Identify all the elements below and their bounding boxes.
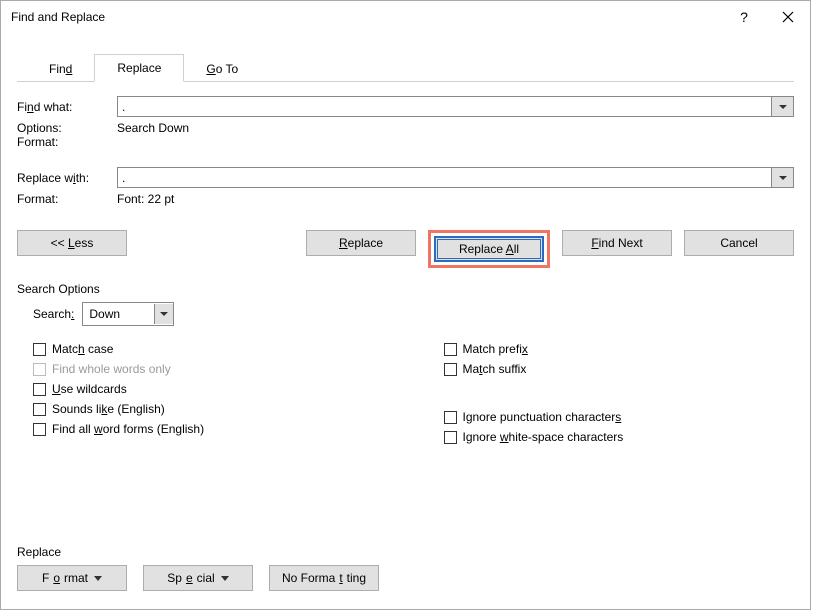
help-button[interactable]: ? (722, 1, 766, 33)
find-format-value (117, 135, 794, 149)
match-case-checkbox[interactable]: Match case (33, 342, 384, 356)
tab-goto[interactable]: Go To (184, 56, 260, 82)
ignore-punctuation-checkbox[interactable]: Ignore punctuation characters (444, 410, 795, 424)
find-replace-dialog: Find and Replace ? Find Replace Go To Fi… (0, 0, 811, 610)
triangle-down-icon (94, 576, 102, 581)
close-button[interactable] (766, 1, 810, 33)
find-what-input[interactable] (118, 97, 771, 116)
chevron-down-icon (160, 312, 168, 316)
options-value: Search Down (117, 121, 794, 135)
no-formatting-button[interactable]: No Formatting (269, 565, 379, 591)
tab-find[interactable]: Find (27, 56, 94, 82)
replace-with-label: Replace with: (17, 171, 117, 185)
replace-with-input[interactable] (118, 168, 771, 187)
search-direction-select[interactable]: Down (82, 302, 174, 326)
find-next-button[interactable]: Find Next (562, 230, 672, 256)
chevron-down-icon (779, 176, 787, 180)
search-options-title: Search Options (17, 282, 794, 296)
find-what-combo[interactable] (117, 96, 794, 117)
special-menu-button[interactable]: Special (143, 565, 253, 591)
replace-section-title: Replace (17, 545, 794, 559)
dialog-title: Find and Replace (11, 10, 105, 24)
options-label: Options: (17, 121, 117, 135)
chevron-down-icon (779, 105, 787, 109)
close-icon (782, 11, 794, 23)
replace-all-button[interactable]: Replace All (434, 236, 544, 262)
cancel-button[interactable]: Cancel (684, 230, 794, 256)
replace-with-combo[interactable] (117, 167, 794, 188)
less-button[interactable]: << Less (17, 230, 127, 256)
replace-format-value: Font: 22 pt (117, 192, 794, 206)
ignore-whitespace-checkbox[interactable]: Ignore white-space characters (444, 430, 795, 444)
replace-all-highlight: Replace All (428, 230, 550, 268)
match-prefix-checkbox[interactable]: Match prefix (444, 342, 795, 356)
replace-button[interactable]: Replace (306, 230, 416, 256)
format-menu-button[interactable]: Format (17, 565, 127, 591)
sounds-like-checkbox[interactable]: Sounds like (English) (33, 402, 384, 416)
tab-replace[interactable]: Replace (94, 54, 184, 82)
search-direction-value: Down (83, 307, 154, 321)
use-wildcards-checkbox[interactable]: Use wildcards (33, 382, 384, 396)
word-forms-checkbox[interactable]: Find all word forms (English) (33, 422, 384, 436)
triangle-down-icon (221, 576, 229, 581)
find-what-label: Find what: (17, 100, 117, 114)
whole-words-checkbox: Find whole words only (33, 362, 384, 376)
find-what-dropdown[interactable] (771, 97, 793, 116)
find-format-label: Format: (17, 135, 117, 149)
match-suffix-checkbox[interactable]: Match suffix (444, 362, 795, 376)
replace-format-label: Format: (17, 192, 117, 206)
search-direction-label: Search: (33, 307, 74, 321)
replace-with-dropdown[interactable] (771, 168, 793, 187)
tab-bar: Find Replace Go To (17, 53, 794, 82)
titlebar: Find and Replace ? (1, 1, 810, 33)
